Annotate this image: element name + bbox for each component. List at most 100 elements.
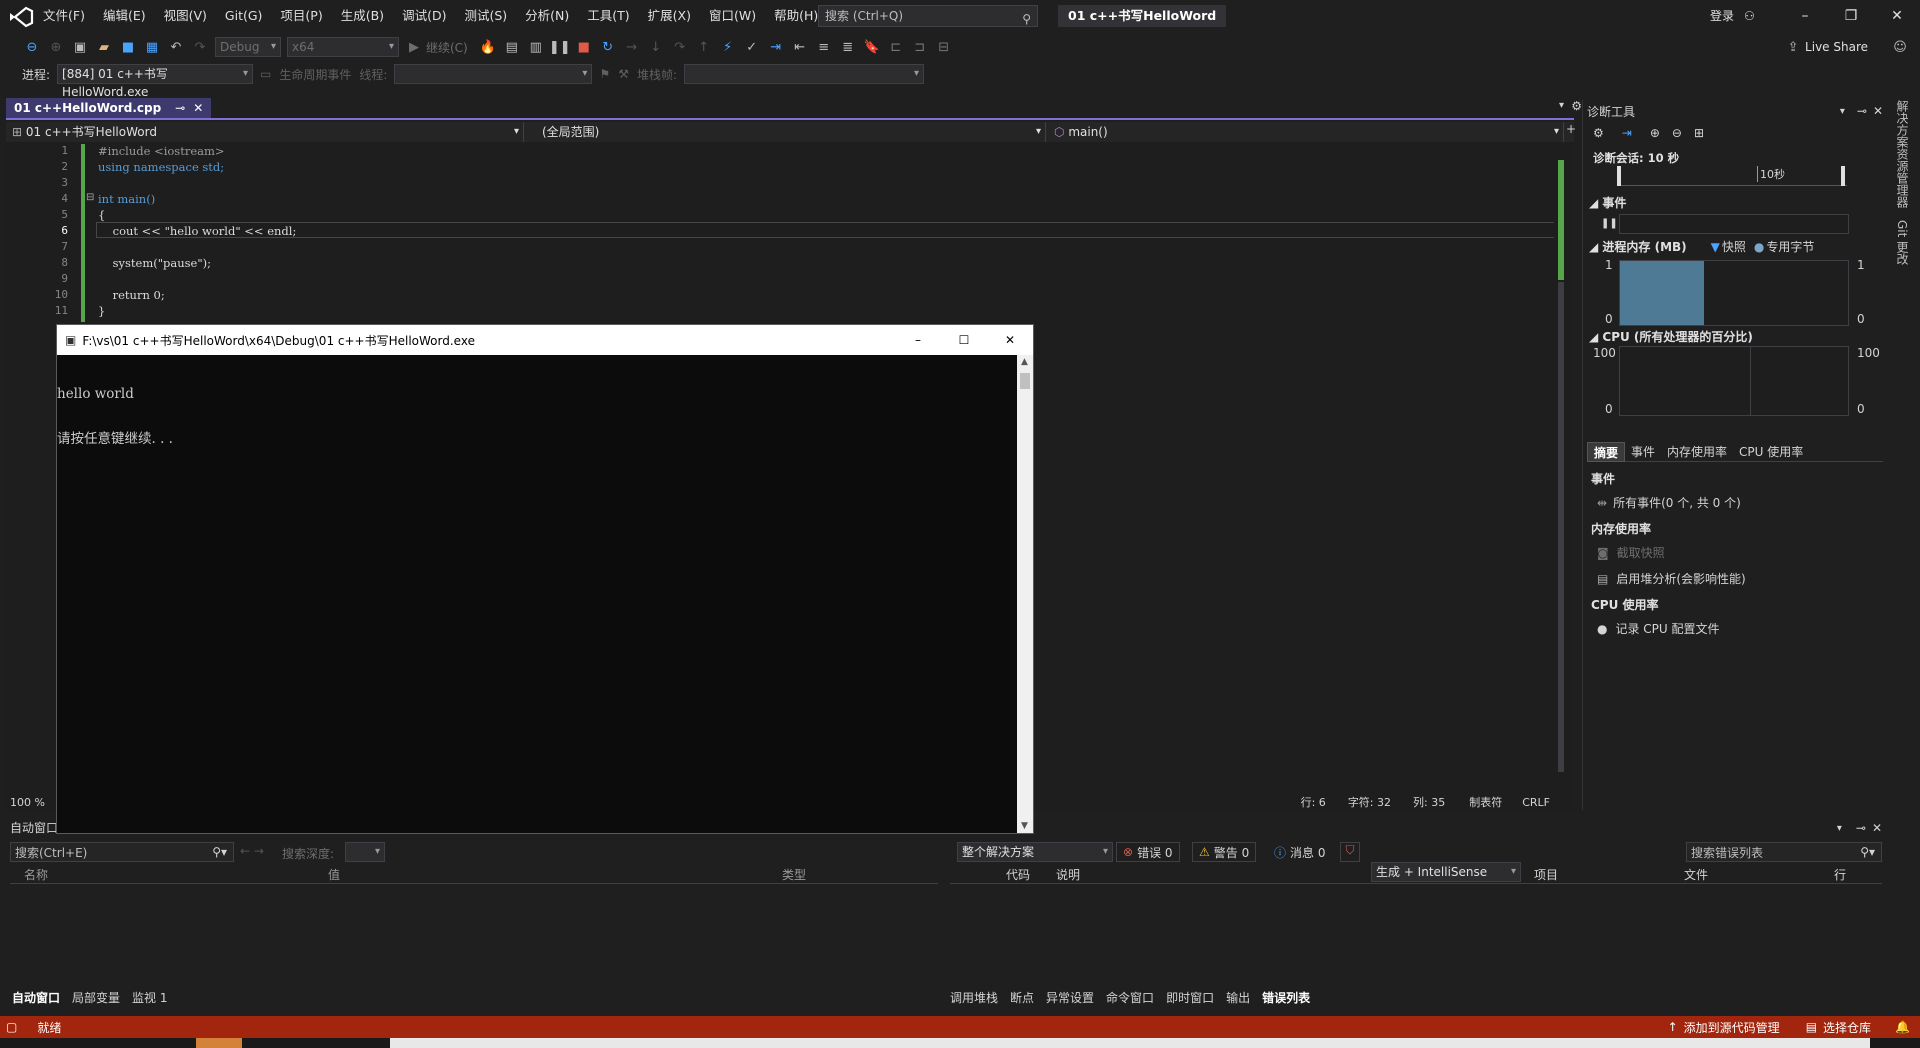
diag-settings-icon[interactable]: ⚙	[1593, 126, 1604, 140]
menu-project[interactable]: 项目(P)	[271, 0, 331, 32]
events-pause-icon[interactable]: ❚❚	[1601, 218, 1618, 229]
diagnostics-icon[interactable]: ⚡	[718, 37, 738, 57]
tab-immediate-window[interactable]: 即时窗口	[1160, 988, 1220, 1008]
tab-locals[interactable]: 局部变量	[66, 988, 126, 1008]
events-header[interactable]: ◢ 事件	[1589, 194, 1626, 211]
tab-summary[interactable]: 摘要	[1587, 441, 1626, 462]
add-to-source-control[interactable]: 添加到源代码管理	[1684, 1019, 1780, 1036]
lifecycle-events[interactable]: 生命周期事件	[279, 66, 351, 83]
pause-icon[interactable]: ❚❚	[549, 37, 571, 57]
scope-filter-select[interactable]: 整个解决方案	[957, 842, 1113, 862]
git-changes-tab[interactable]: Git 更改	[1894, 220, 1911, 265]
col-code[interactable]: 代码	[1006, 866, 1056, 883]
menu-git[interactable]: Git(G)	[216, 0, 272, 32]
col-type[interactable]: 类型	[782, 866, 806, 883]
spell-icon[interactable]: ✓	[742, 37, 762, 57]
messages-filter-button[interactable]: ⓘ 消息 0	[1268, 842, 1331, 862]
console-title-bar[interactable]: ▣ F:\vs\01 c++书写HelloWord\x64\Debug\01 c…	[57, 325, 1033, 355]
collapse-icon[interactable]: ⊟	[86, 192, 94, 203]
bookmark-icon[interactable]: 🔖	[862, 37, 882, 57]
errlist-close-icon[interactable]: ✕	[1872, 821, 1882, 835]
console-window[interactable]: ▣ F:\vs\01 c++书写HelloWord\x64\Debug\01 c…	[56, 324, 1034, 834]
stackframe-select[interactable]	[684, 64, 925, 84]
record-cpu-button[interactable]: ● 记录 CPU 配置文件	[1597, 620, 1720, 637]
thread-filter-icon[interactable]: ⚒	[618, 67, 629, 81]
save-all-icon[interactable]: ▦	[142, 37, 162, 57]
tab-command-window[interactable]: 命令窗口	[1100, 988, 1160, 1008]
tab-autos[interactable]: 自动窗口	[6, 988, 66, 1008]
tab-hello-cpp[interactable]: 01 c++HelloWord.cpp ⊸ ✕	[6, 98, 212, 118]
menu-extensions[interactable]: 扩展(X)	[639, 0, 700, 32]
step-out-icon[interactable]: ↑	[694, 37, 714, 57]
step-into-icon[interactable]: ↓	[646, 37, 666, 57]
tab-memory-usage[interactable]: 内存使用率	[1661, 442, 1733, 462]
login-button[interactable]: 登录 ⚇	[1710, 0, 1755, 32]
menu-file[interactable]: 文件(F)	[34, 0, 94, 32]
continue-icon[interactable]: ▶	[404, 37, 424, 57]
console-minimize-icon[interactable]: –	[895, 333, 941, 347]
save-icon[interactable]: ■	[118, 37, 138, 57]
search-depth-select[interactable]	[345, 842, 385, 862]
col-description[interactable]: 说明	[1056, 866, 1534, 883]
tab-exception-settings[interactable]: 异常设置	[1040, 988, 1100, 1008]
search-input[interactable]: 搜索 (Ctrl+Q) ⚲	[818, 5, 1038, 27]
col-file[interactable]: 文件	[1684, 866, 1834, 883]
feedback-icon[interactable]: ☺	[1890, 37, 1910, 57]
new-project-icon[interactable]: ▣	[70, 37, 90, 57]
console-scrollbar[interactable]: ▲ ▼	[1017, 355, 1033, 833]
pin-icon[interactable]: ⊸	[175, 98, 185, 118]
tab-output[interactable]: 输出	[1220, 988, 1256, 1008]
visual-studio-logo-icon[interactable]	[8, 6, 34, 28]
console-maximize-icon[interactable]: ☐	[941, 333, 987, 347]
minimize-icon[interactable]: –	[1782, 0, 1828, 32]
errors-filter-button[interactable]: ⊗ 错误 0	[1116, 842, 1180, 862]
menu-analyze[interactable]: 分析(N)	[516, 0, 578, 32]
tab-call-stack[interactable]: 调用堆栈	[944, 988, 1004, 1008]
browse-icon[interactable]: ▤	[502, 37, 522, 57]
restart-icon[interactable]: ↻	[598, 37, 618, 57]
platform-select[interactable]: x64	[287, 37, 399, 57]
menu-tools[interactable]: 工具(T)	[578, 0, 638, 32]
comment-icon[interactable]: ≡	[814, 37, 834, 57]
uncomment-icon[interactable]: ≣	[838, 37, 858, 57]
select-repository[interactable]: 选择仓库	[1823, 1019, 1871, 1036]
eol-indicator[interactable]: CRLF	[1522, 796, 1550, 809]
col-name[interactable]: 名称	[24, 866, 328, 883]
warnings-filter-button[interactable]: ⚠ 警告 0	[1192, 842, 1257, 862]
errlist-menu-icon[interactable]: ▾	[1837, 823, 1842, 834]
live-share-button[interactable]: Live Share	[1805, 40, 1868, 54]
scope-select[interactable]: (全局范围) ▾	[536, 122, 1046, 142]
menu-view[interactable]: 视图(V)	[155, 0, 216, 32]
tab-events[interactable]: 事件	[1625, 442, 1661, 462]
notification-icon[interactable]: 🔔	[1895, 1020, 1910, 1034]
zoom-out-icon[interactable]: ⊖	[1672, 126, 1682, 140]
indent-icon[interactable]: ⇥	[766, 37, 786, 57]
cpu-header[interactable]: ◢ CPU (所有处理器的百分比)	[1589, 328, 1753, 345]
redo-icon[interactable]: ↷	[190, 37, 210, 57]
errlist-search-input[interactable]: 搜索错误列表 ⚲▾	[1686, 842, 1882, 862]
configuration-select[interactable]: Debug	[215, 37, 281, 57]
all-events-link[interactable]: ⇹ 所有事件(0 个, 共 0 个)	[1597, 494, 1741, 511]
tab-list-icon[interactable]: ▾	[1559, 100, 1564, 111]
prev-bookmark-icon[interactable]: ⊏	[886, 37, 906, 57]
reset-zoom-icon[interactable]: ⊞	[1694, 126, 1704, 140]
clear-bookmarks-icon[interactable]: ⊟	[934, 37, 954, 57]
menu-build[interactable]: 生成(B)	[332, 0, 393, 32]
settings-icon[interactable]: ⚙	[1571, 99, 1582, 113]
split-icon[interactable]: +	[1566, 122, 1576, 136]
diag-export-icon[interactable]: ⇥	[1622, 126, 1632, 140]
diag-pin-icon[interactable]: ⊸	[1857, 104, 1867, 118]
next-bookmark-icon[interactable]: ⊐	[910, 37, 930, 57]
close-icon[interactable]: ✕	[1874, 0, 1920, 32]
process-select[interactable]: [884] 01 c++书写HelloWord.exe	[57, 64, 254, 99]
diag-close-icon[interactable]: ✕	[1873, 104, 1883, 118]
timeline-ruler[interactable]: 10秒	[1617, 166, 1847, 186]
menu-window[interactable]: 窗口(W)	[700, 0, 765, 32]
stop-icon[interactable]: ■	[574, 37, 594, 57]
continue-label[interactable]: 继续(C)	[426, 39, 468, 56]
tabs-indicator[interactable]: 制表符	[1469, 794, 1502, 810]
console-close-icon[interactable]: ✕	[987, 333, 1033, 347]
diag-menu-icon[interactable]: ▾	[1840, 106, 1845, 117]
restore-icon[interactable]: ❐	[1828, 0, 1874, 32]
tab-cpu-usage[interactable]: CPU 使用率	[1733, 442, 1809, 462]
